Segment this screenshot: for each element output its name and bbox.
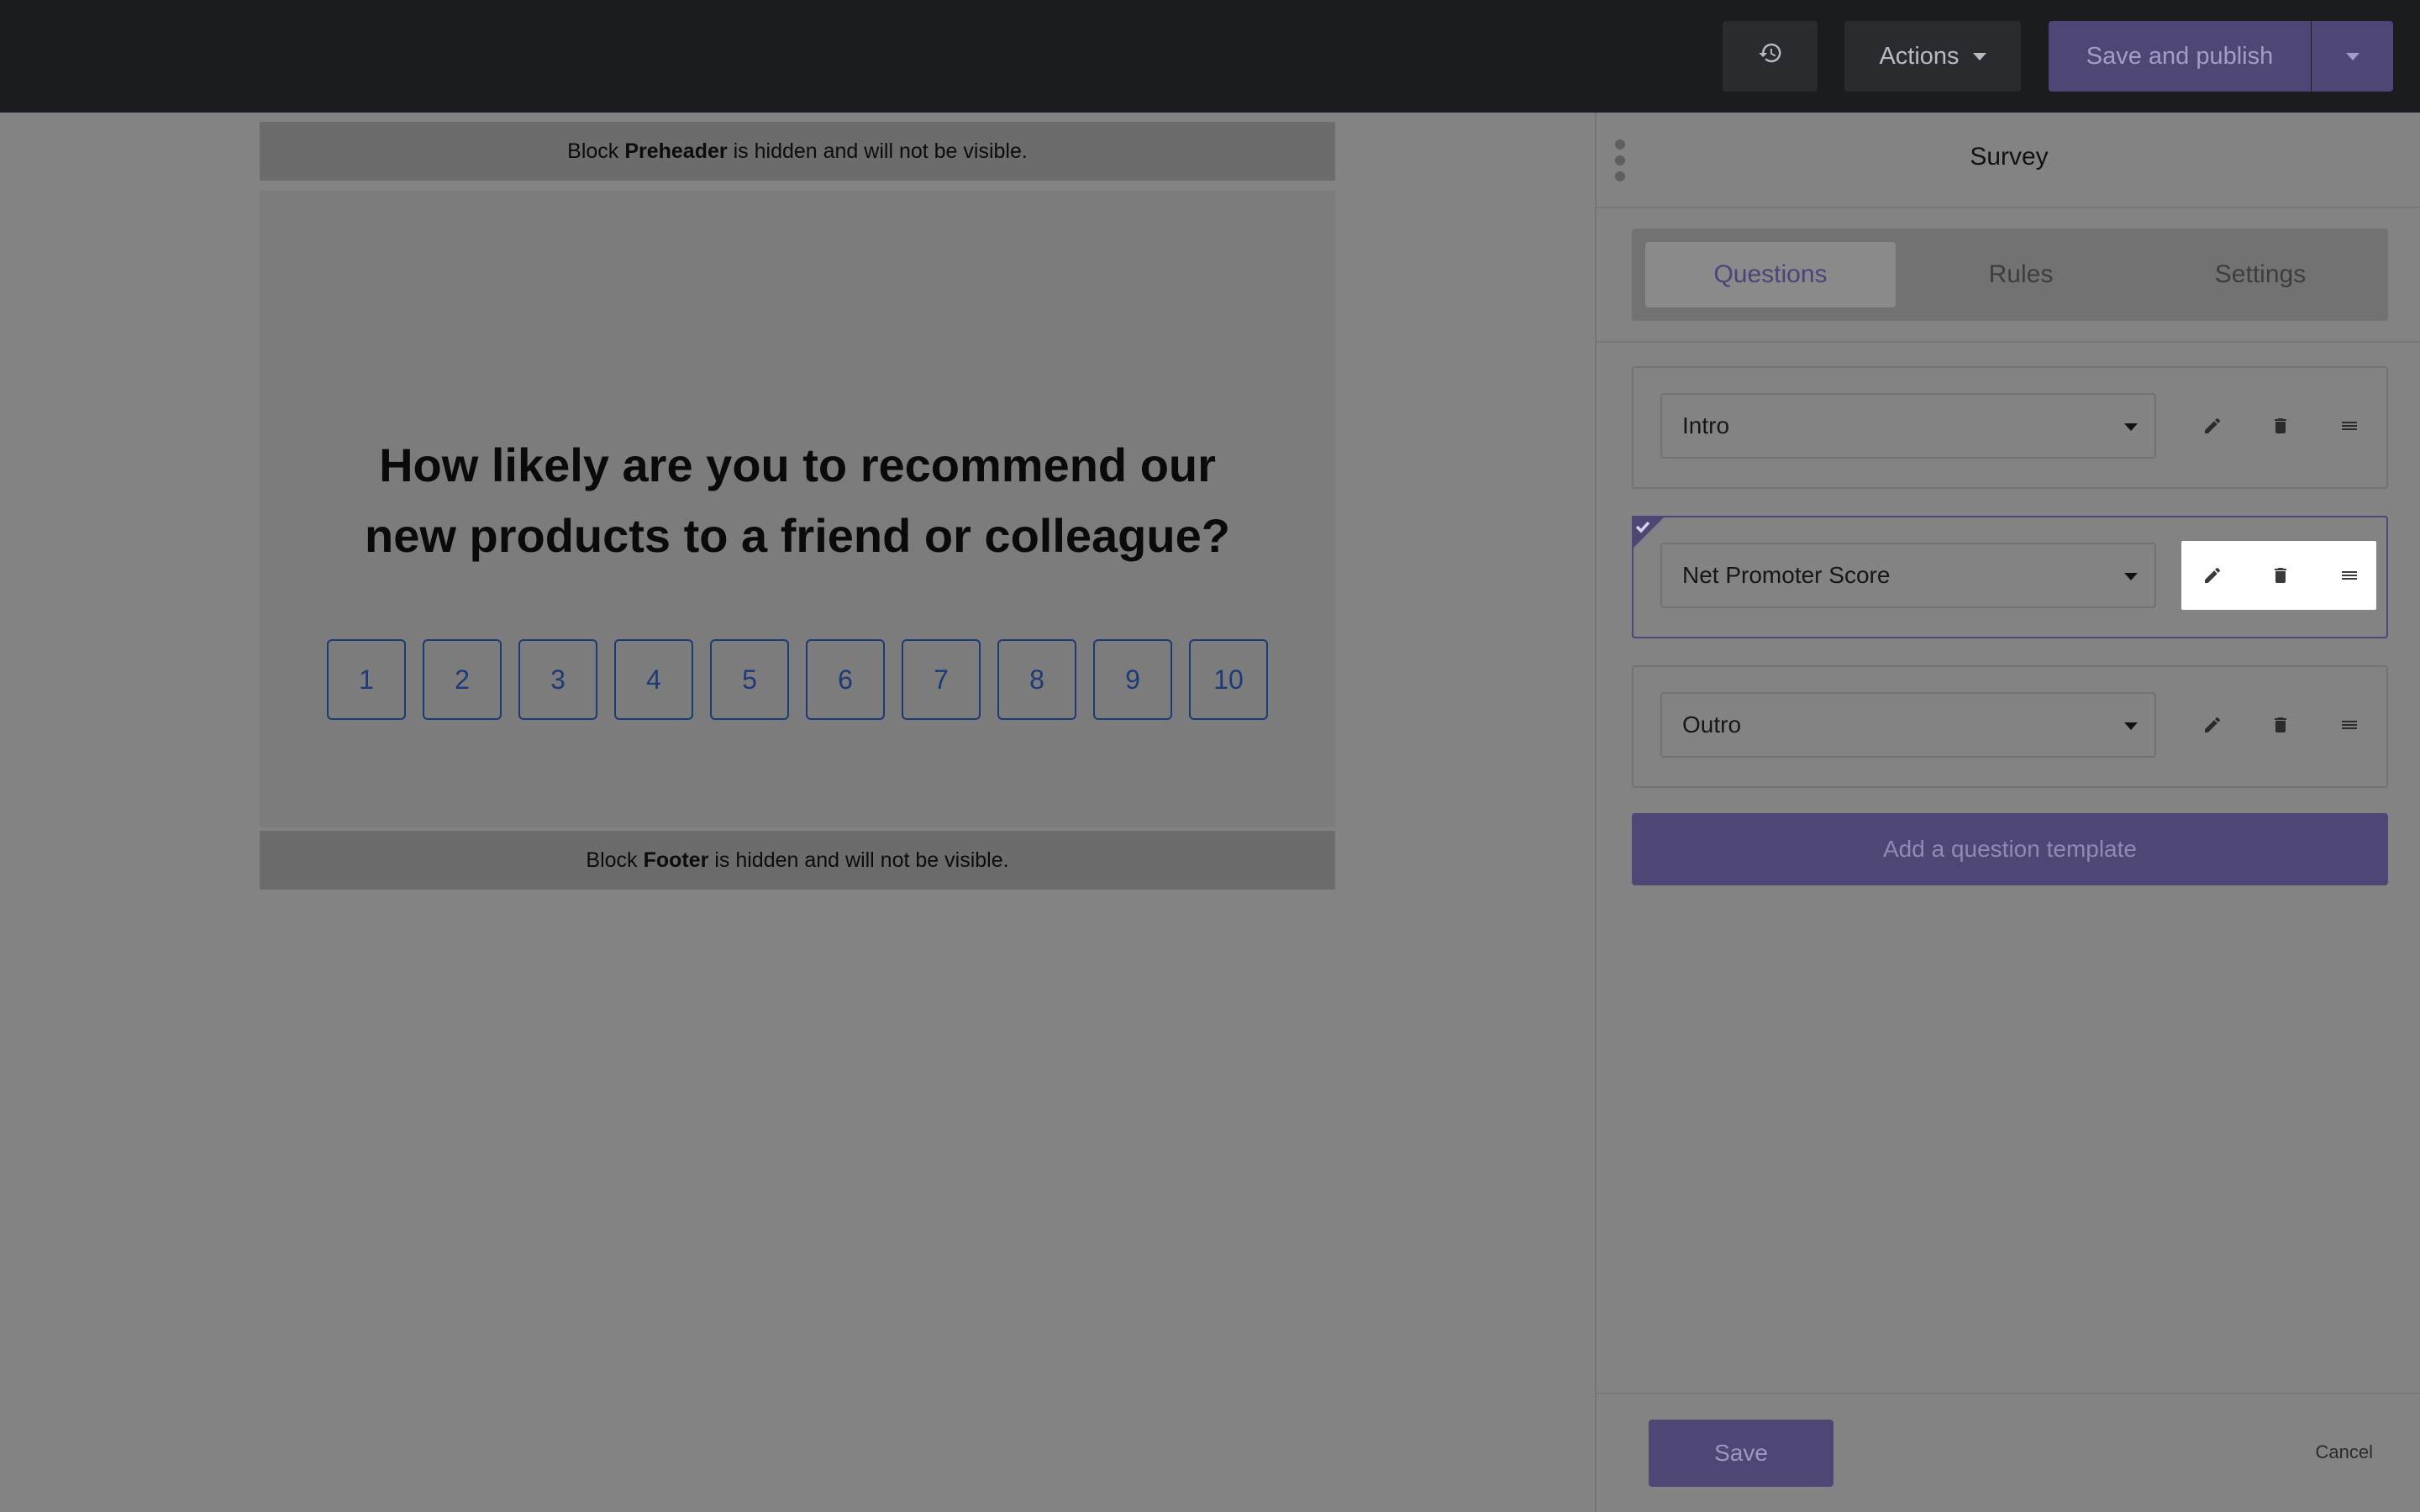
- tab-rules[interactable]: Rules: [1896, 242, 2146, 307]
- question-actions: [2181, 690, 2376, 759]
- nps-score-button[interactable]: 10: [1189, 639, 1268, 720]
- chevron-down-icon: [2124, 423, 2138, 431]
- nps-score-button[interactable]: 9: [1093, 639, 1172, 720]
- chevron-down-icon: [1972, 52, 1986, 60]
- survey-sidebar: Survey Questions Rules Settings Intro Ne…: [1595, 113, 2420, 1512]
- nps-score-button[interactable]: 2: [423, 639, 502, 720]
- history-button[interactable]: [1723, 21, 1818, 92]
- question-actions: [2181, 391, 2376, 460]
- tab-questions[interactable]: Questions: [1645, 242, 1896, 307]
- nps-score-button[interactable]: 3: [518, 639, 597, 720]
- edit-icon[interactable]: [2200, 563, 2225, 588]
- nps-scale: 1 2 3 4 5 6 7 8 9 10: [327, 639, 1268, 720]
- edit-icon[interactable]: [2200, 413, 2225, 438]
- drag-handle-icon[interactable]: [2337, 712, 2362, 738]
- trash-icon[interactable]: [2268, 413, 2293, 438]
- survey-question: How likely are you to recommend our new …: [260, 430, 1335, 571]
- question-row-net-promoter-score[interactable]: Net Promoter Score: [1632, 516, 2388, 638]
- notice-suffix: is hidden and will not be visible.: [714, 848, 1009, 872]
- drag-handle-icon[interactable]: [2337, 563, 2362, 588]
- save-and-publish-label: Save and publish: [2086, 42, 2274, 70]
- email-canvas: Block Preheader is hidden and will not b…: [260, 122, 1335, 890]
- nps-score-button[interactable]: 1: [327, 639, 406, 720]
- question-select-value: Intro: [1682, 412, 1730, 438]
- tab-settings[interactable]: Settings: [2146, 242, 2375, 307]
- question-actions: [2181, 541, 2376, 610]
- top-toolbar: Actions Save and publish: [0, 0, 2420, 113]
- publish-options-button[interactable]: [2312, 21, 2393, 92]
- notice-block-name: Preheader: [624, 139, 728, 163]
- sidebar-tabs: Questions Rules Settings: [1632, 228, 2388, 321]
- divider: [1597, 341, 2420, 343]
- chevron-down-icon: [2124, 573, 2138, 580]
- history-icon: [1758, 40, 1783, 72]
- divider: [1597, 207, 2420, 208]
- trash-icon[interactable]: [2268, 712, 2293, 738]
- actions-dropdown-button[interactable]: Actions: [1844, 21, 2021, 92]
- sidebar-footer: Save Cancel: [1597, 1393, 2420, 1512]
- chevron-down-icon: [2345, 52, 2360, 60]
- chevron-down-icon: [2124, 722, 2138, 730]
- question-line-2: new products to a friend or colleague?: [365, 509, 1230, 562]
- nps-score-button[interactable]: 6: [806, 639, 885, 720]
- add-question-template-button[interactable]: Add a question template: [1632, 813, 2388, 885]
- nps-score-button[interactable]: 7: [902, 639, 981, 720]
- notice-prefix: Block: [567, 139, 619, 163]
- question-select-value: Net Promoter Score: [1682, 562, 1891, 588]
- question-select-value: Outro: [1682, 711, 1742, 738]
- question-line-1: How likely are you to recommend our: [379, 438, 1216, 491]
- nps-score-button[interactable]: 4: [614, 639, 693, 720]
- preheader-hidden-notice: Block Preheader is hidden and will not b…: [260, 122, 1335, 181]
- nps-score-button[interactable]: 5: [710, 639, 789, 720]
- notice-block-name: Footer: [643, 848, 709, 872]
- sidebar-title: Survey: [1970, 143, 2049, 171]
- survey-content-block[interactable]: How likely are you to recommend our new …: [260, 191, 1335, 827]
- save-and-publish-button[interactable]: Save and publish: [2049, 21, 2311, 92]
- notice-prefix: Block: [586, 848, 638, 872]
- edit-icon[interactable]: [2200, 712, 2225, 738]
- question-row-intro[interactable]: Intro: [1632, 366, 2388, 489]
- footer-hidden-notice: Block Footer is hidden and will not be v…: [260, 831, 1335, 890]
- notice-suffix: is hidden and will not be visible.: [733, 139, 1028, 163]
- question-select[interactable]: Intro: [1660, 393, 2156, 459]
- question-row-outro[interactable]: Outro: [1632, 665, 2388, 788]
- nps-score-button[interactable]: 8: [997, 639, 1076, 720]
- question-select[interactable]: Net Promoter Score: [1660, 543, 2156, 608]
- actions-label: Actions: [1879, 42, 1960, 70]
- save-button[interactable]: Save: [1649, 1420, 1833, 1487]
- drag-handle-icon[interactable]: [2337, 413, 2362, 438]
- trash-icon[interactable]: [2268, 563, 2293, 588]
- cancel-button[interactable]: Cancel: [2316, 1441, 2373, 1463]
- question-select[interactable]: Outro: [1660, 692, 2156, 758]
